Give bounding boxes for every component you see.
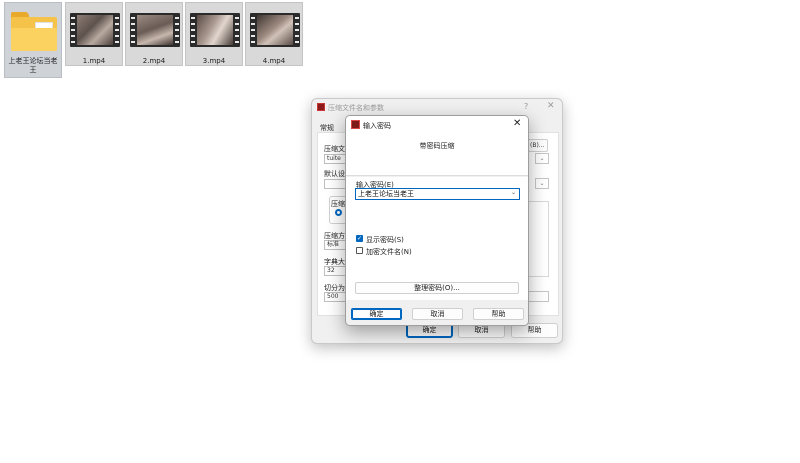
video-thumbnail-icon <box>250 13 300 47</box>
window-titlebar: 压缩文件名和参数 ? ✕ <box>312 99 562 115</box>
options-panel <box>528 201 549 277</box>
cancel-button[interactable]: 取消 <box>412 308 463 320</box>
split-size-field[interactable] <box>528 291 549 302</box>
default-profile-label: 默认设 <box>324 170 345 178</box>
show-password-checkbox[interactable]: ✓ <box>356 235 363 242</box>
compress-radio[interactable] <box>335 209 342 216</box>
encrypt-filenames-checkbox[interactable] <box>356 247 363 254</box>
video-tile-3[interactable]: 3.mp4 <box>185 2 243 66</box>
window-title: 压缩文件名和参数 <box>328 104 384 112</box>
video-tile-4[interactable]: 4.mp4 <box>245 2 303 66</box>
video-label: 2.mp4 <box>142 57 166 65</box>
video-label: 1.mp4 <box>82 57 106 65</box>
browse-button[interactable]: (B)... <box>528 139 548 152</box>
dialog-titlebar: 输入密码 ✕ <box>346 116 528 134</box>
close-icon[interactable]: ✕ <box>513 118 521 129</box>
video-thumbnail-icon <box>70 13 120 47</box>
video-thumbnail-icon <box>190 13 240 47</box>
help-icon[interactable]: ? <box>524 102 528 111</box>
help-button[interactable]: 帮助 <box>473 308 524 320</box>
show-password-label[interactable]: 显示密码(S) <box>366 235 404 245</box>
organize-passwords-button[interactable]: 整理密码(O)... <box>355 282 519 294</box>
close-icon[interactable]: ✕ <box>547 101 555 111</box>
encrypt-filenames-label[interactable]: 加密文件名(N) <box>366 247 412 257</box>
folder-tile[interactable]: 上老王论坛当老王 <box>4 2 62 78</box>
video-thumbnail-icon <box>130 13 180 47</box>
group-compress-label: 压缩 <box>331 200 345 208</box>
archive-name-label: 压缩文 <box>324 145 345 153</box>
winrar-app-icon <box>317 103 325 111</box>
folder-label: 上老王论坛当老王 <box>8 57 58 74</box>
video-tile-2[interactable]: 2.mp4 <box>125 2 183 66</box>
video-tile-1[interactable]: 1.mp4 <box>65 2 123 66</box>
video-label: 3.mp4 <box>202 57 226 65</box>
name-dropdown-arrow[interactable]: ⌄ <box>535 153 549 164</box>
password-dialog: 输入密码 ✕ 带密码压缩 输入密码(E) 上老王论坛当老王 ⌄ ✓ 显示密码(S… <box>345 115 529 326</box>
ok-button[interactable]: 确定 <box>351 308 402 320</box>
winrar-app-icon <box>351 120 360 129</box>
chevron-down-icon[interactable]: ⌄ <box>511 189 516 196</box>
video-label: 4.mp4 <box>262 57 286 65</box>
dialog-heading: 带密码压缩 <box>419 142 455 150</box>
password-input[interactable]: 上老王论坛当老王 <box>355 188 520 200</box>
profile-dropdown-arrow[interactable]: ⌄ <box>535 178 549 189</box>
folder-icon <box>11 12 57 52</box>
dialog-title: 输入密码 <box>363 122 391 130</box>
